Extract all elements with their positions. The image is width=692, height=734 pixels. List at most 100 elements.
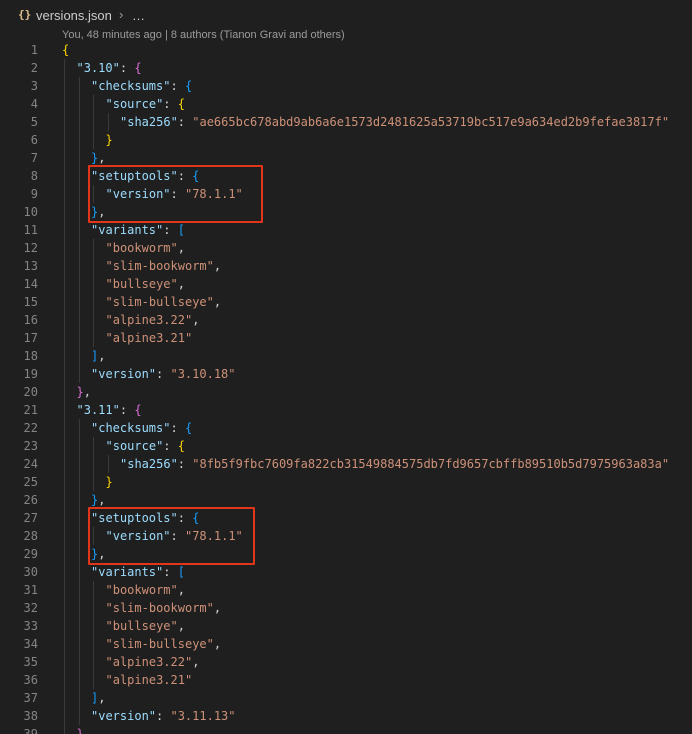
code-token: , xyxy=(83,727,91,734)
code-line[interactable]: 39}, xyxy=(0,725,692,734)
code-text: { xyxy=(62,41,69,59)
code-line[interactable]: 1{ xyxy=(0,41,692,59)
code-text: "checksums": { xyxy=(91,419,192,437)
line-number: 23 xyxy=(23,439,38,453)
code-line[interactable]: 19 "version": "3.10.18" xyxy=(0,365,692,383)
line-number: 36 xyxy=(23,673,38,687)
code-line[interactable]: 13 "slim-bookworm", xyxy=(0,257,692,275)
indent-guide xyxy=(64,149,65,167)
code-token: "source" xyxy=(105,97,164,111)
indent-guide xyxy=(78,527,80,545)
code-line[interactable]: 22 "checksums": { xyxy=(0,419,692,437)
indent-guide xyxy=(78,581,80,599)
indent-guide xyxy=(64,167,65,185)
line-number: 25 xyxy=(23,475,38,489)
code-line[interactable]: 4 "source": { xyxy=(0,95,692,113)
git-blame-codelens[interactable]: You, 48 minutes ago | 8 authors (Tianon … xyxy=(62,29,345,41)
code-line[interactable]: 6} xyxy=(0,131,692,149)
line-number: 8 xyxy=(30,169,38,183)
indent-guide xyxy=(64,707,65,725)
code-line[interactable]: 30 "variants": [ xyxy=(0,563,692,581)
code-token: { xyxy=(177,439,185,453)
code-token: "bullseye" xyxy=(105,277,178,291)
line-number: 21 xyxy=(23,403,38,417)
code-token: : xyxy=(170,79,185,93)
code-line[interactable]: 20}, xyxy=(0,383,692,401)
code-text: ], xyxy=(91,689,105,707)
code-line[interactable]: 37], xyxy=(0,689,692,707)
code-line[interactable]: 25} xyxy=(0,473,692,491)
code-line[interactable]: 34 "slim-bullseye", xyxy=(0,635,692,653)
indent-guide xyxy=(64,239,65,257)
code-line[interactable]: 12 "bookworm", xyxy=(0,239,692,257)
code-token: "bullseye" xyxy=(105,619,178,633)
code-token: : xyxy=(170,421,185,435)
indent-guide xyxy=(78,365,80,383)
indent-guide xyxy=(78,113,80,131)
code-line[interactable]: 5 "sha256": "ae665bc678abd9ab6a6e1573d248… xyxy=(0,113,692,131)
code-editor[interactable]: {} versions.json › … You, 48 minutes ago… xyxy=(0,0,692,734)
indent-guide xyxy=(78,509,80,527)
code-line[interactable]: 35 "alpine3.22", xyxy=(0,653,692,671)
indent-guide xyxy=(78,419,80,437)
code-line[interactable]: 11 "variants": [ xyxy=(0,221,692,239)
indent-guide xyxy=(78,185,80,203)
code-line[interactable]: 21 "3.11": { xyxy=(0,401,692,419)
code-text: "alpine3.21" xyxy=(106,329,193,347)
code-line[interactable]: 17 "alpine3.21" xyxy=(0,329,692,347)
indent-guide xyxy=(78,671,80,689)
line-number: 27 xyxy=(23,511,38,525)
code-token: , xyxy=(83,385,91,399)
line-number: 29 xyxy=(23,547,38,561)
line-number: 38 xyxy=(23,709,38,723)
code-line[interactable]: 33 "bullseye", xyxy=(0,617,692,635)
code-token: , xyxy=(213,295,222,309)
indent-guide xyxy=(78,545,80,563)
code-text: "checksums": { xyxy=(91,77,192,95)
code-token: { xyxy=(184,79,193,93)
line-number: 1 xyxy=(30,43,38,57)
indent-guide xyxy=(64,599,65,617)
code-text: "slim-bullseye", xyxy=(106,293,222,311)
code-token: , xyxy=(98,691,106,705)
indent-guide xyxy=(64,311,65,329)
indent-guide xyxy=(64,203,65,221)
code-line[interactable]: 38 "version": "3.11.13" xyxy=(0,707,692,725)
line-number: 35 xyxy=(23,655,38,669)
code-text: "variants": [ xyxy=(91,563,185,581)
breadcrumb-file-name[interactable]: versions.json xyxy=(36,8,112,23)
code-line[interactable]: 16 "alpine3.22", xyxy=(0,311,692,329)
code-token: "3.11" xyxy=(76,403,120,417)
code-text: "source": { xyxy=(106,95,185,113)
indent-guide xyxy=(64,419,65,437)
code-text: "alpine3.21" xyxy=(106,671,193,689)
indent-guide xyxy=(78,707,80,725)
code-token: : xyxy=(119,61,135,75)
code-text: "bullseye", xyxy=(106,275,185,293)
code-line[interactable]: 15 "slim-bullseye", xyxy=(0,293,692,311)
indent-guide xyxy=(64,581,65,599)
code-line[interactable]: 18], xyxy=(0,347,692,365)
code-token: "variants" xyxy=(91,565,164,579)
line-number: 37 xyxy=(23,691,38,705)
code-line[interactable]: 14 "bullseye", xyxy=(0,275,692,293)
code-line[interactable]: 3 "checksums": { xyxy=(0,77,692,95)
code-token: , xyxy=(98,151,106,165)
code-token: "alpine3.22" xyxy=(105,655,193,669)
indent-guide xyxy=(64,617,65,635)
code-token: "checksums" xyxy=(91,79,171,93)
code-token: { xyxy=(134,403,142,417)
code-line[interactable]: 31 "bookworm", xyxy=(0,581,692,599)
indent-guide xyxy=(93,455,94,473)
code-token: { xyxy=(184,421,193,435)
code-token: , xyxy=(177,619,185,633)
indent-guide xyxy=(93,599,94,617)
indent-guide xyxy=(78,329,80,347)
code-line[interactable]: 23 "source": { xyxy=(0,437,692,455)
breadcrumb-more[interactable]: … xyxy=(132,8,145,23)
code-line[interactable]: 36 "alpine3.21" xyxy=(0,671,692,689)
code-line[interactable]: 24 "sha256": "8fb5f9fbc7609fa822cb3154988… xyxy=(0,455,692,473)
code-line[interactable]: 2 "3.10": { xyxy=(0,59,692,77)
indent-guide xyxy=(64,275,65,293)
code-line[interactable]: 32 "slim-bookworm", xyxy=(0,599,692,617)
